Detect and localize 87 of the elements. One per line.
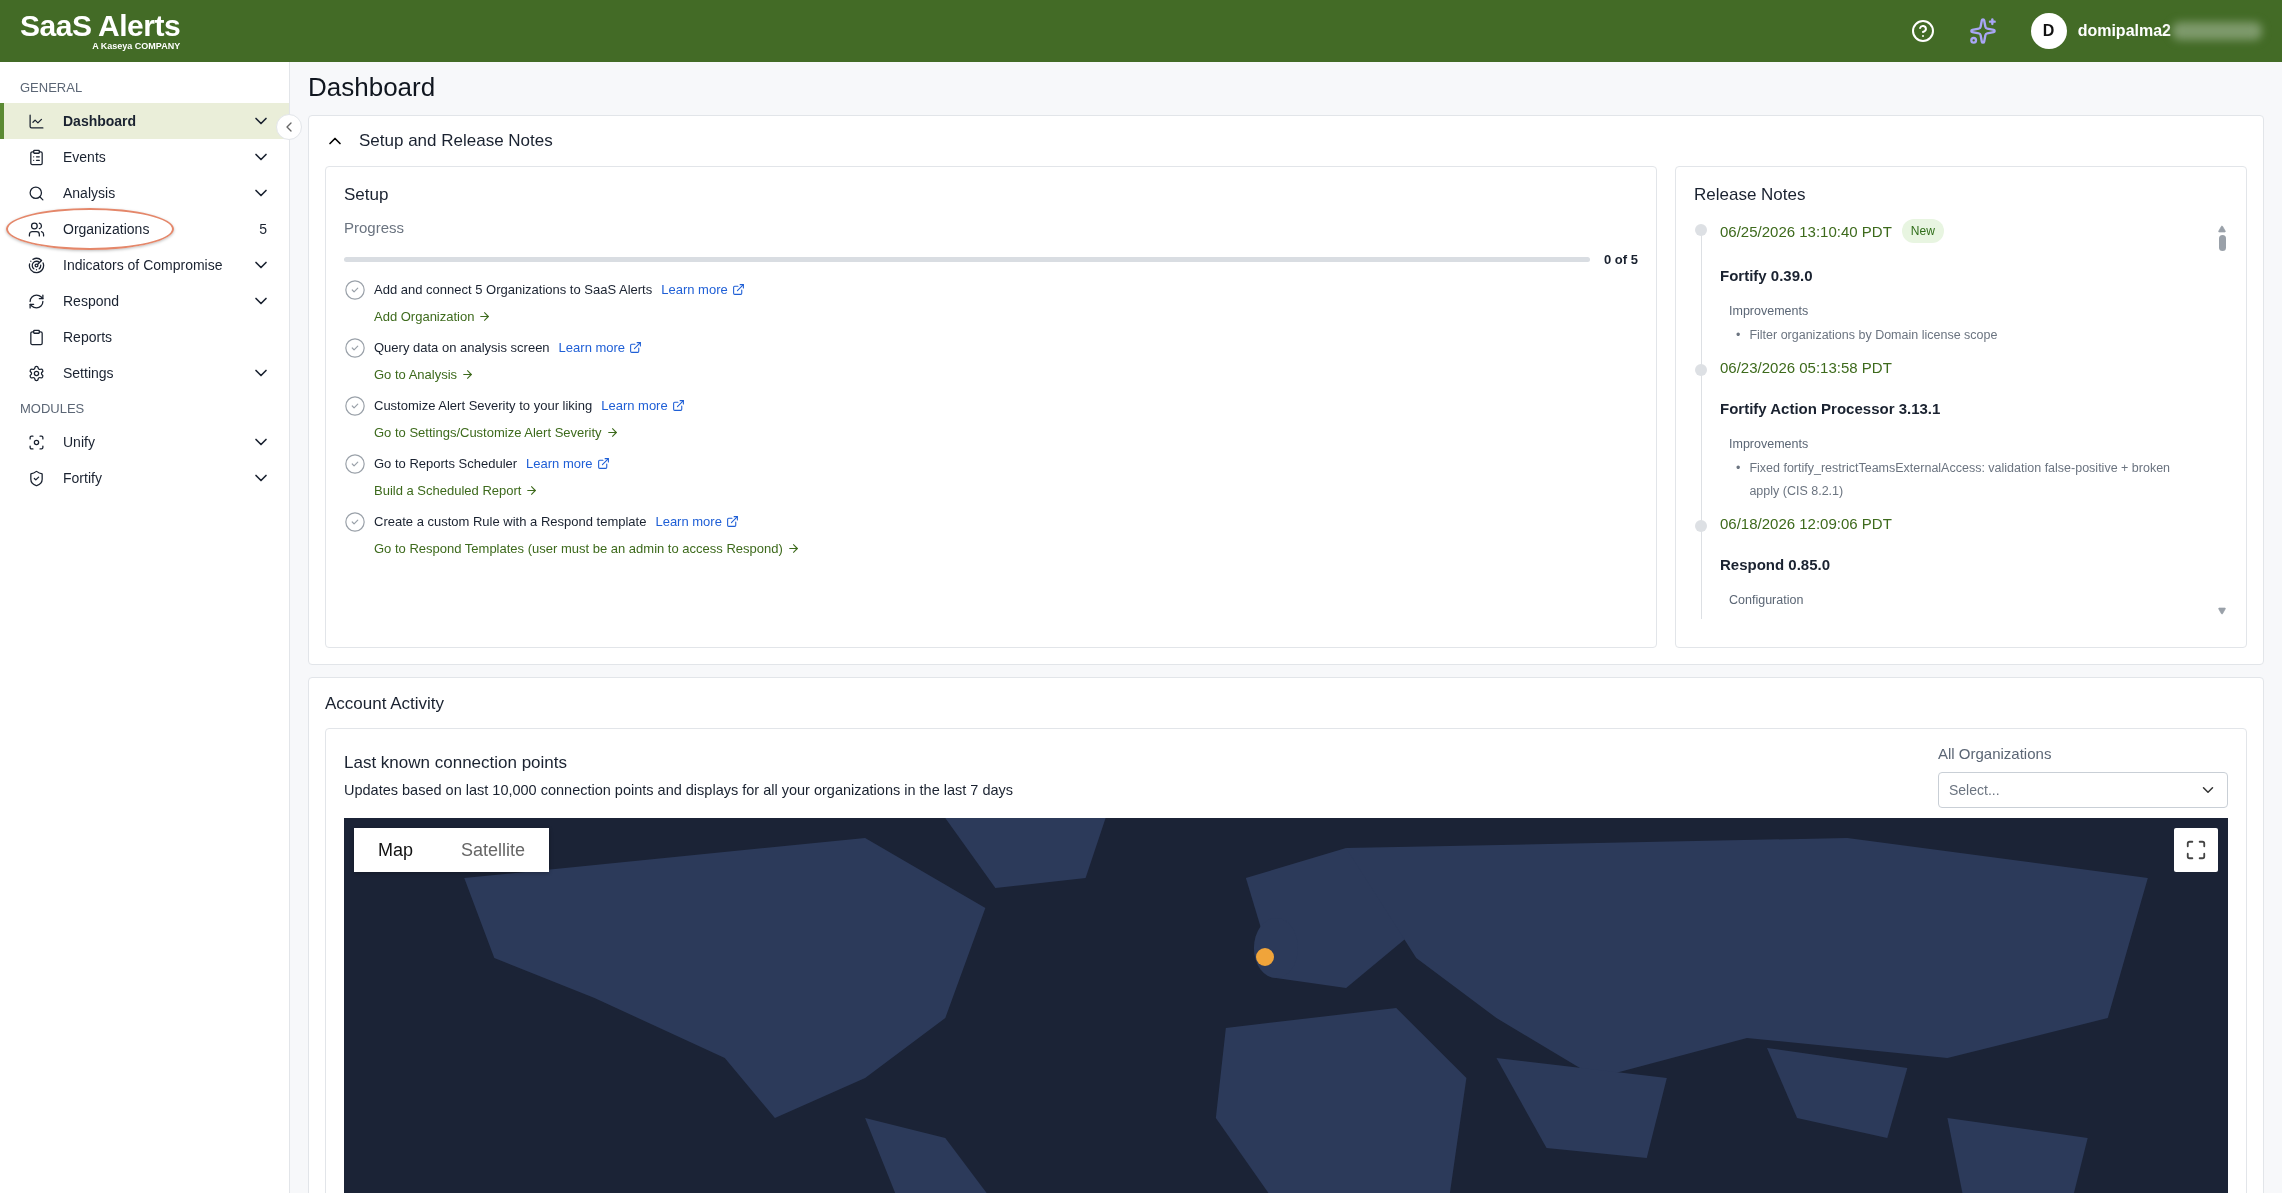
external-link-icon (596, 457, 610, 470)
release-date: 06/18/2026 12:09:06 PDT (1720, 515, 1892, 532)
page-title: Dashboard (308, 72, 437, 103)
map-type-tab[interactable]: Satellite (437, 828, 550, 872)
scrollbar-thumb[interactable] (2218, 235, 2226, 251)
panel-title: Setup (344, 185, 390, 205)
arrow-right-icon (461, 368, 475, 381)
people-icon (28, 220, 45, 238)
scan-frame-icon (28, 433, 45, 451)
release-note-item: Fixed fortify_restrictTeamsExternalAccess: validation false-positive + broken apply (CIS 8.2.1) (1749, 460, 2172, 500)
external-link-icon (629, 341, 643, 354)
learn-more-link[interactable]: Learn more (601, 398, 685, 413)
learn-more-link[interactable]: Learn more (655, 514, 739, 529)
release-title: Fortify 0.39.0 (1720, 267, 1814, 284)
sidebar-item[interactable]: Organizations 5 (0, 211, 289, 247)
sparkles-icon (1968, 17, 1997, 45)
release-date: 06/23/2026 05:13:58 PDT (1720, 359, 1892, 376)
help-button[interactable] (1910, 19, 1935, 43)
settings-icon (28, 364, 45, 382)
sidebar-item[interactable]: Unify (0, 424, 289, 460)
fullscreen-button[interactable] (2174, 828, 2218, 872)
release-title: Fortify Action Processor 3.13.1 (1720, 400, 1942, 417)
step-action-link[interactable]: Go to Settings/Customize Alert Severity (374, 425, 619, 440)
arrow-right-icon (525, 484, 539, 497)
section-title: Account Activity (325, 693, 446, 715)
step-action-link[interactable]: Build a Scheduled Report (374, 483, 539, 498)
learn-more-link[interactable]: Learn more (526, 456, 610, 471)
release-note-item: Filter organizations by Domain license scope (1749, 327, 1998, 344)
step-text: Query data on analysis screen (374, 340, 550, 355)
magnifier-icon (28, 184, 45, 202)
item-count: 5 (259, 221, 267, 237)
shield-check-icon (28, 469, 45, 487)
learn-more-link[interactable]: Learn more (661, 282, 745, 297)
sidebar-item[interactable]: Indicators of Compromise (0, 247, 289, 283)
card-title: Last known connection points (344, 753, 569, 773)
bullet-mark: • (1736, 327, 1741, 344)
step-text: Go to Reports Scheduler (374, 456, 518, 471)
step-text: Add and connect 5 Organizations to SaaS Alerts (374, 282, 653, 297)
list-icon (28, 148, 45, 166)
new-badge: New (1901, 219, 1944, 243)
radar-icon (28, 256, 45, 274)
release-section-heading: Improvements (1729, 304, 1810, 318)
map-type-tab[interactable]: Map (354, 828, 437, 872)
sidebar-item[interactable]: Fortify (0, 460, 289, 496)
external-link-icon (725, 515, 739, 528)
release-title: Respond 0.85.0 (1720, 556, 1832, 573)
step-action-link[interactable]: Go to Respond Templates (user must be an admin to access Respond) (374, 541, 800, 556)
arrow-right-icon (786, 542, 800, 555)
sparkles-button[interactable] (1968, 17, 1997, 45)
card-description: Updates based on last 10,000 connection points and displays for all your organizations in the last 7 days (344, 782, 1014, 798)
refresh-icon (28, 292, 45, 310)
sidebar-item[interactable]: Analysis (0, 175, 289, 211)
step-action-link[interactable]: Go to Analysis (374, 367, 475, 382)
release-date: 06/25/2026 13:10:40 PDT (1720, 222, 1892, 240)
user-avatar[interactable]: D (2030, 13, 2067, 49)
clipboard-icon (28, 328, 45, 346)
panel-title: Release Notes (1694, 185, 1807, 205)
help-icon (1910, 19, 1935, 43)
user-name[interactable]: domipalma2 (2077, 22, 2171, 40)
release-section-heading: Improvements (1729, 437, 1810, 451)
chart-line-icon (28, 112, 45, 130)
release-section-heading: Configuration (1729, 593, 1805, 607)
step-text: Customize Alert Severity to your liking (374, 398, 593, 413)
progress-label: Progress (344, 219, 406, 236)
arrow-right-icon (478, 310, 492, 323)
scroll-down-icon[interactable] (2218, 607, 2226, 615)
section-label: GENERAL (19, 79, 84, 97)
section-label: MODULES (19, 400, 86, 418)
section-title: Setup and Release Notes (359, 131, 553, 151)
scroll-up-icon[interactable] (2218, 225, 2226, 233)
step-action-link[interactable]: Add Organization (374, 309, 492, 324)
filter-label: All Organizations (1938, 745, 2053, 762)
sidebar-item[interactable]: Events (0, 139, 289, 175)
external-link-icon (731, 283, 745, 296)
bullet-mark: • (1736, 460, 1741, 477)
logo[interactable]: SaaS Alerts A Kaseya COMPANY (20, 11, 181, 51)
sidebar-item[interactable]: Reports (0, 319, 289, 355)
sidebar-item[interactable]: Dashboard (0, 103, 289, 139)
step-text: Create a custom Rule with a Respond template (374, 514, 647, 529)
sidebar-item[interactable]: Respond (0, 283, 289, 319)
fullscreen-icon (2185, 839, 2207, 861)
progress-reading: 0 of 5 (1604, 252, 1638, 267)
organization-select[interactable]: Select... (1938, 772, 2228, 808)
learn-more-link[interactable]: Learn more (558, 340, 643, 355)
external-link-icon (671, 399, 685, 412)
sidebar-item[interactable]: Settings (0, 355, 289, 391)
arrow-right-icon (605, 426, 619, 439)
